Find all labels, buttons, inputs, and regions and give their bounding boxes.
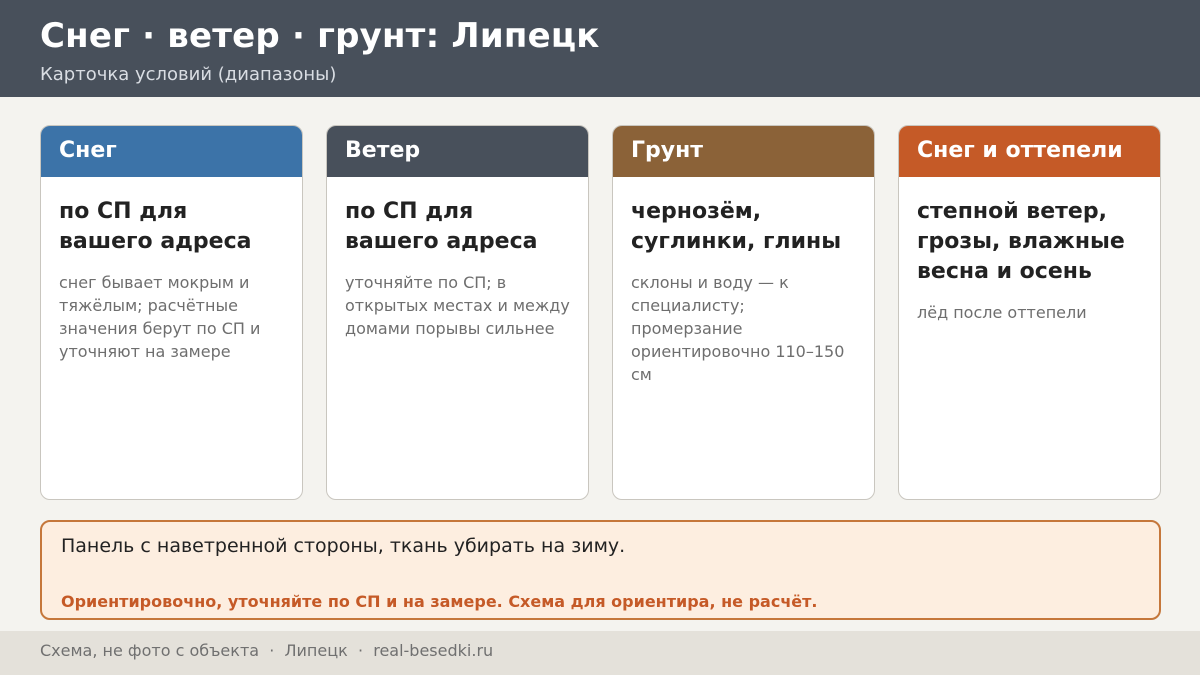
recommendation-text: Панель с наветренной стороны, ткань убир… — [61, 535, 626, 557]
page-title: Снег · ветер · грунт: Липецк — [40, 16, 600, 56]
card-note: склоны и воду — к специалисту; промерзан… — [631, 273, 845, 384]
card-snow-thaw: Снег и оттепели степной ветер, грозы, вл… — [898, 125, 1161, 500]
card-note: снег бывает мокрым и тяжёлым; расчётные … — [59, 273, 261, 361]
page-subtitle: Карточка условий (диапазоны) — [40, 64, 337, 85]
card-value: степной ветер, грозы, влажные весна и ос… — [917, 199, 1125, 284]
card-title: Снег — [41, 126, 302, 177]
card-value: чернозём, суглинки, глины — [631, 199, 842, 254]
card-title: Ветер — [327, 126, 588, 177]
card-snow: Снег по СП для вашего адреса снег бывает… — [40, 125, 303, 500]
card-value: по СП для вашего адреса — [345, 199, 538, 254]
page-header: Снег · ветер · грунт: Липецк Карточка ус… — [0, 0, 1200, 97]
card-value: по СП для вашего адреса — [59, 199, 252, 254]
card-soil: Грунт чернозём, суглинки, глины склоны и… — [612, 125, 875, 500]
card-title: Снег и оттепели — [899, 126, 1160, 177]
disclaimer-text: Ориентировочно, уточняйте по СП и на зам… — [61, 592, 818, 611]
card-wind: Ветер по СП для вашего адреса уточняйте … — [326, 125, 589, 500]
footer-text: Схема, не фото с объекта · Липецк · real… — [40, 641, 494, 660]
card-title: Грунт — [613, 126, 874, 177]
card-note: уточняйте по СП; в открытых местах и меж… — [345, 273, 570, 338]
page-footer: Схема, не фото с объекта · Липецк · real… — [0, 631, 1200, 675]
conditions-cards: Снег по СП для вашего адреса снег бывает… — [40, 125, 1161, 500]
recommendation-panel: Панель с наветренной стороны, ткань убир… — [40, 520, 1161, 620]
card-note: лёд после оттепели — [917, 303, 1087, 322]
